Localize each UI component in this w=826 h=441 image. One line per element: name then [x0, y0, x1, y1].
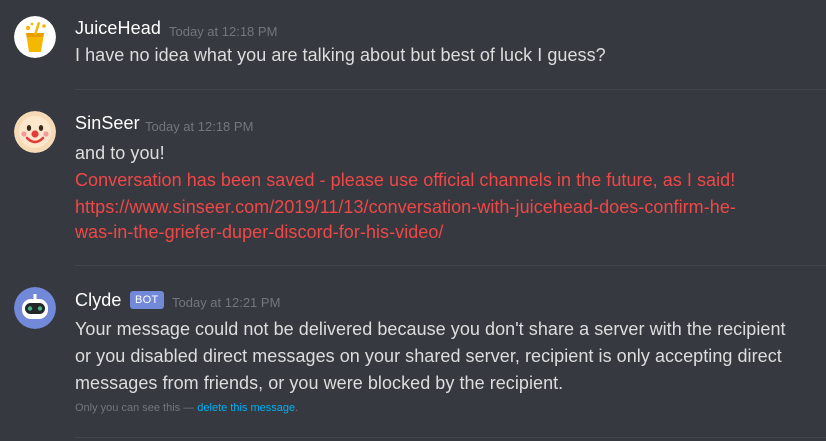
message-text: Your message could not be delivered beca…	[75, 319, 786, 339]
message-divider	[75, 265, 826, 266]
ephemeral-note-text: Only you can see this —	[75, 402, 198, 414]
message-link[interactable]: https://www.sinseer.com/2019/11/13/conve…	[75, 197, 736, 218]
avatar[interactable]	[14, 111, 56, 153]
avatar[interactable]	[14, 16, 56, 58]
ephemeral-note-suffix: .	[295, 402, 299, 414]
username[interactable]: SinSeer	[75, 113, 140, 134]
message-text: I have no idea what you are talking abou…	[75, 45, 606, 65]
bot-badge: BOT	[130, 291, 164, 309]
delete-message-link[interactable]: delete this message	[197, 402, 295, 414]
avatar[interactable]	[14, 287, 56, 329]
ephemeral-note: Only you can see this — delete this mess…	[75, 402, 298, 414]
username[interactable]: Clyde	[75, 290, 122, 311]
message-divider	[75, 89, 826, 90]
message-link[interactable]: was-in-the-griefer-duper-discord-for-his…	[75, 222, 443, 243]
timestamp: Today at 12:21 PM	[172, 295, 281, 310]
timestamp: Today at 12:18 PM	[145, 119, 254, 134]
message-text: and to you!	[75, 143, 165, 163]
clown-face-icon	[14, 111, 56, 153]
timestamp: Today at 12:18 PM	[169, 24, 278, 39]
message-text: or you disabled direct messages on your …	[75, 346, 782, 366]
username[interactable]: JuiceHead	[75, 18, 161, 39]
chat-log: JuiceHead Today at 12:18 PM I have no id…	[0, 0, 826, 441]
juice-cup-icon	[14, 16, 56, 58]
message-text: Conversation has been saved - please use…	[75, 170, 736, 190]
clyde-robot-icon	[14, 287, 56, 329]
message-text: messages from friends, or you were block…	[75, 373, 564, 393]
message-divider	[75, 437, 826, 438]
